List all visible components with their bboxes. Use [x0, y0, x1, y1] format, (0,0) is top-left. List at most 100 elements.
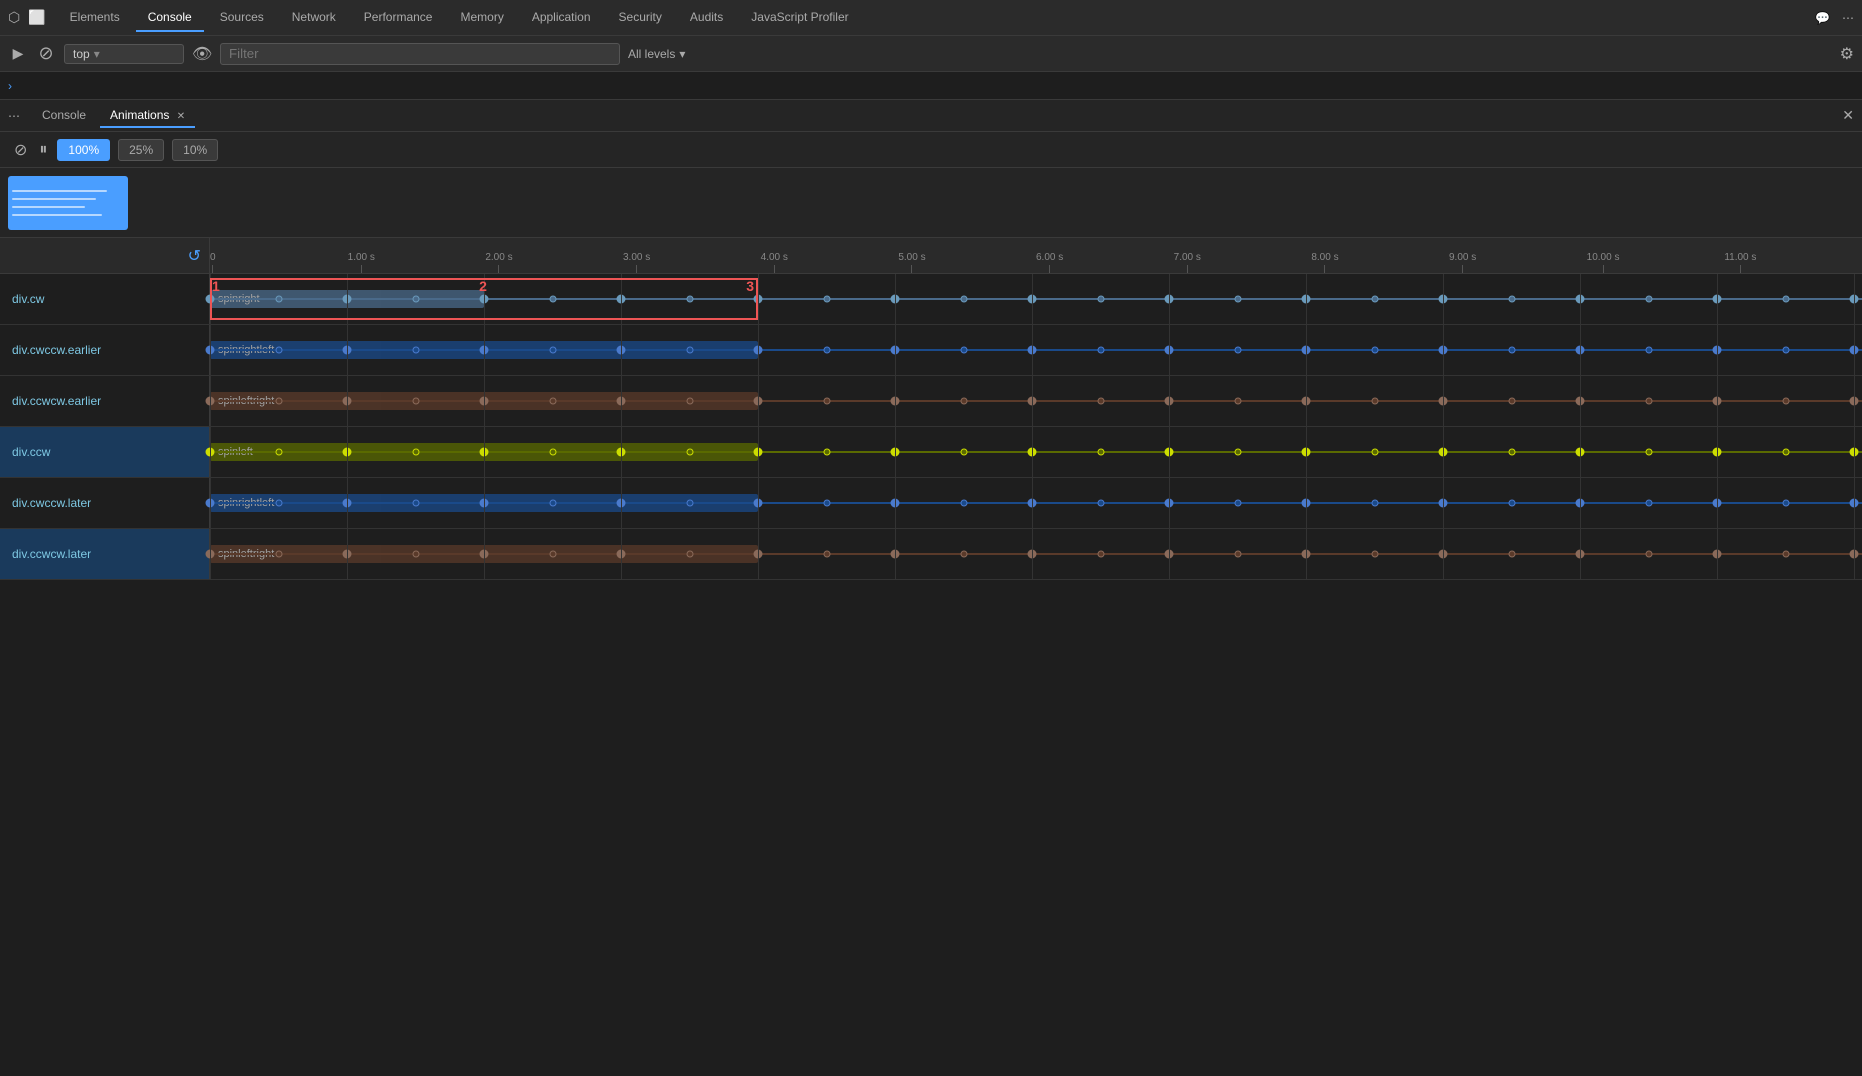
grid-line: [1032, 325, 1033, 375]
tick-6: 6.00 s: [1036, 252, 1063, 273]
grid-line: [1169, 274, 1170, 324]
tab-sources[interactable]: Sources: [208, 4, 276, 32]
grid-line: [1443, 376, 1444, 426]
chevron-down-icon: ▾: [679, 47, 685, 61]
keyframe-dot: [412, 296, 419, 303]
grid-line: [1443, 427, 1444, 477]
levels-button[interactable]: All levels ▾: [628, 47, 685, 61]
eye-icon[interactable]: 👁: [192, 44, 212, 64]
tab-network[interactable]: Network: [280, 4, 348, 32]
replay-icon[interactable]: ↺: [188, 246, 201, 266]
tick-2: 2.00 s: [485, 252, 512, 273]
row-label-5: div.ccwcw.later: [0, 529, 210, 579]
keyframe-dot: [275, 347, 282, 354]
grid-line: [895, 376, 896, 426]
keyframe-dot: [1097, 398, 1104, 405]
timeline-header: ↺ 01.00 s2.00 s3.00 s4.00 s5.00 s6.00 s7…: [0, 238, 1862, 274]
preview-line-1: [12, 190, 107, 192]
keyframe-dot: [960, 398, 967, 405]
tab-security[interactable]: Security: [607, 4, 674, 32]
animation-preview: [0, 168, 1862, 238]
keyframe-dot: [1371, 500, 1378, 507]
tab-memory[interactable]: Memory: [448, 4, 515, 32]
keyframe-dot: [1097, 500, 1104, 507]
keyframe-dot: [823, 347, 830, 354]
preview-line-4: [12, 214, 102, 216]
more-icon[interactable]: ⋯: [1842, 11, 1854, 25]
keyframe-dot: [275, 551, 282, 558]
chat-icon[interactable]: 💬: [1815, 11, 1830, 25]
preview-line-3: [12, 206, 85, 208]
grid-line: [1032, 376, 1033, 426]
clear-icon[interactable]: ⊘: [36, 43, 56, 64]
grid-line: [758, 478, 759, 528]
grid-line: [758, 529, 759, 579]
keyframe-dot: [686, 296, 693, 303]
grid-line: [210, 376, 211, 426]
keyframe-dot: [1645, 551, 1652, 558]
preview-box[interactable]: [8, 176, 128, 230]
mobile-icon[interactable]: ⬜: [28, 9, 45, 26]
keyframe-dot: [275, 449, 282, 456]
grid-line: [1032, 427, 1033, 477]
speed-25-button[interactable]: 25%: [118, 139, 164, 161]
row-content-0[interactable]: spinright123: [210, 274, 1862, 324]
row-content-5[interactable]: spinleftright: [210, 529, 1862, 579]
stop-button[interactable]: ⊘: [12, 138, 29, 162]
keyframe-dot: [1234, 500, 1241, 507]
grid-line: [347, 427, 348, 477]
table-row: div.cwspinright123: [0, 274, 1862, 325]
sidebar-toggle-icon[interactable]: ▶: [8, 45, 28, 62]
tick-1: 1.00 s: [348, 252, 375, 273]
row-content-3[interactable]: spinleft: [210, 427, 1862, 477]
keyframe-dot: [1371, 551, 1378, 558]
tab-animations[interactable]: Animations ✕: [100, 104, 195, 128]
keyframe-dot: [1645, 347, 1652, 354]
keyframe-dot: [412, 500, 419, 507]
tab-console[interactable]: Console: [136, 4, 204, 32]
grid-line: [1854, 478, 1855, 528]
row-label-3: div.ccw: [0, 427, 210, 477]
devtools-icons: ⬡ ⬜: [8, 9, 46, 26]
tick-9: 9.00 s: [1449, 252, 1476, 273]
tab-application[interactable]: Application: [520, 4, 603, 32]
row-content-2[interactable]: spinleftright: [210, 376, 1862, 426]
keyframe-dot: [823, 551, 830, 558]
keyframe-dot: [1508, 449, 1515, 456]
grid-line: [1854, 376, 1855, 426]
tab-elements[interactable]: Elements: [58, 4, 132, 32]
settings-icon[interactable]: ⚙: [1840, 44, 1854, 64]
row-content-1[interactable]: spinrightleft: [210, 325, 1862, 375]
more-tabs-icon[interactable]: ⋯: [8, 109, 20, 123]
keyframe-dot: [960, 296, 967, 303]
filter-input[interactable]: [220, 43, 620, 65]
grid-line: [1717, 274, 1718, 324]
keyframe-dot: [960, 551, 967, 558]
grid-line: [621, 529, 622, 579]
row-label-2: div.ccwcw.earlier: [0, 376, 210, 426]
tab-js-profiler[interactable]: JavaScript Profiler: [739, 4, 860, 32]
keyframe-dot: [1645, 449, 1652, 456]
tick-7: 7.00 s: [1174, 252, 1201, 273]
tab-performance[interactable]: Performance: [352, 4, 445, 32]
grid-line: [1854, 529, 1855, 579]
grid-line: [1443, 274, 1444, 324]
tab-audits[interactable]: Audits: [678, 4, 735, 32]
tab-close-icon[interactable]: ✕: [177, 111, 185, 122]
speed-100-button[interactable]: 100%: [57, 139, 110, 161]
speed-10-button[interactable]: 10%: [172, 139, 218, 161]
keyframe-dot: [549, 449, 556, 456]
row-content-4[interactable]: spinrightleft: [210, 478, 1862, 528]
grid-line: [621, 427, 622, 477]
grid-line: [1717, 376, 1718, 426]
cursor-icon[interactable]: ⬡: [8, 9, 20, 26]
grid-line: [1443, 478, 1444, 528]
context-selector[interactable]: top ▾: [64, 44, 184, 64]
keyframe-dot: [549, 296, 556, 303]
pause-button[interactable]: ⏸: [37, 139, 49, 161]
panel-close-icon[interactable]: ✕: [1842, 107, 1854, 124]
grid-line: [484, 325, 485, 375]
tab-console-secondary[interactable]: Console: [32, 104, 96, 128]
grid-line: [484, 529, 485, 579]
keyframe-dot: [1782, 449, 1789, 456]
